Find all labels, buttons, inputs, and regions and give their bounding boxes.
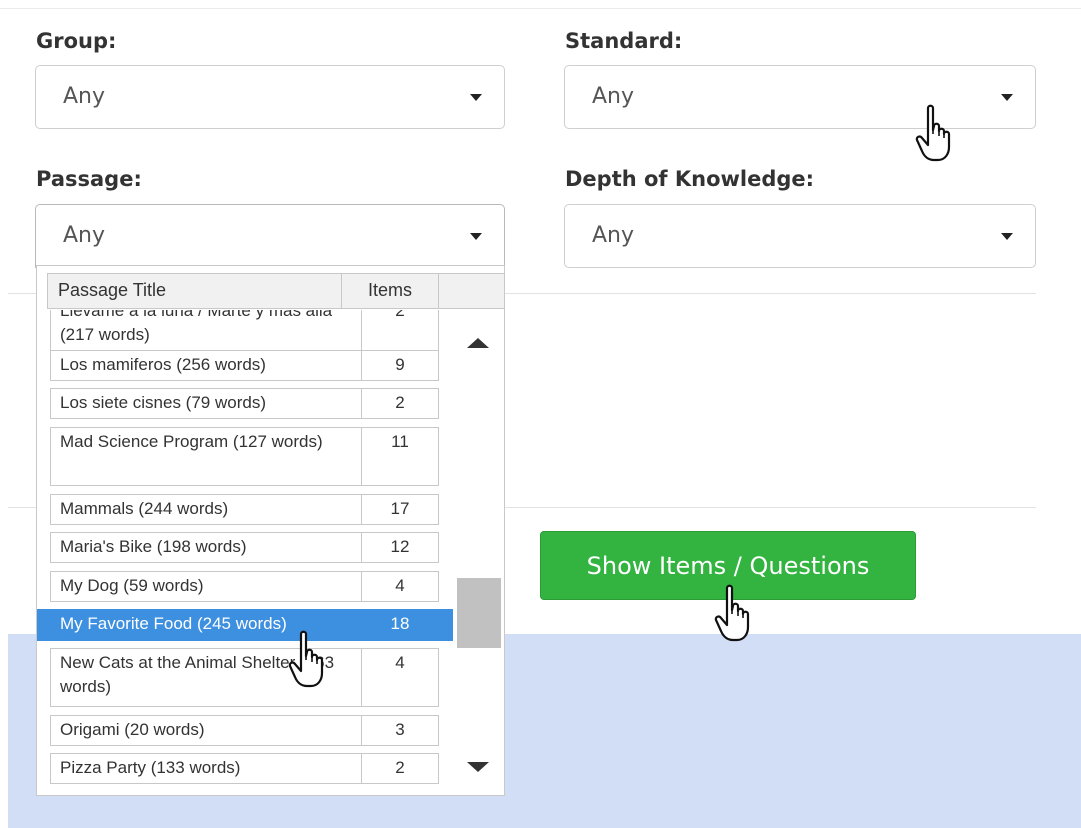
item-count-cell: 4	[361, 648, 439, 707]
item-count-cell: 2	[361, 753, 439, 784]
scroll-down-arrow-icon[interactable]	[467, 762, 489, 772]
passage-title-cell: Mammals (244 words)	[50, 494, 362, 525]
list-item[interactable]: Mad Science Program (127 words) 11	[37, 427, 457, 486]
scroll-up-arrow-icon[interactable]	[467, 338, 489, 348]
column-header-passage-title[interactable]: Passage Title	[48, 274, 342, 308]
passage-title-cell: Los siete cisnes (79 words)	[50, 388, 362, 419]
list-item[interactable]: Llévame a la luna / Marte y más allá (21…	[37, 310, 457, 351]
passage-title-cell: Llévame a la luna / Marte y más allá (21…	[50, 310, 362, 351]
dropdown-scrollbar[interactable]	[457, 310, 503, 795]
scrollbar-thumb[interactable]	[457, 578, 501, 648]
item-count-cell: 17	[361, 494, 439, 525]
passage-select[interactable]: Any	[35, 204, 505, 268]
item-count-cell: 4	[361, 571, 439, 602]
list-item[interactable]: Pizza Party (133 words) 2	[37, 753, 457, 784]
depth-of-knowledge-select-value: Any	[592, 223, 635, 248]
item-count-cell: 3	[361, 715, 439, 746]
passage-title-cell: Los mamiferos (256 words)	[50, 350, 362, 381]
group-select-value: Any	[63, 84, 106, 109]
passage-title-cell: Pizza Party (133 words)	[50, 753, 362, 784]
list-item[interactable]: New Cats at the Animal Shelter (163 word…	[37, 648, 457, 707]
dropdown-header: Passage Title Items	[47, 273, 439, 309]
hand-pointer-icon	[288, 630, 324, 688]
list-item[interactable]: Los mamiferos (256 words) 9	[37, 350, 457, 381]
list-item[interactable]: Maria's Bike (198 words) 12	[37, 532, 457, 563]
item-count-cell: 2	[361, 310, 439, 351]
column-header-items[interactable]: Items	[342, 274, 438, 308]
dropdown-list: Llévame a la luna / Marte y más allá (21…	[37, 310, 457, 795]
list-item[interactable]: Origami (20 words) 3	[37, 715, 457, 746]
group-label: Group:	[36, 29, 117, 53]
hand-pointer-icon	[714, 584, 750, 642]
list-item[interactable]: Mammals (244 words) 17	[37, 494, 457, 525]
hand-pointer-icon	[915, 104, 951, 162]
list-item-selected[interactable]: My Favorite Food (245 words) 18	[37, 609, 457, 641]
dropdown-header-filler	[439, 273, 504, 309]
passage-title-cell: Origami (20 words)	[50, 715, 362, 746]
passage-dropdown: Passage Title Items Llévame a la luna / …	[36, 265, 505, 796]
passage-title-cell: Mad Science Program (127 words)	[50, 427, 362, 486]
caret-down-icon	[470, 233, 482, 240]
list-item[interactable]: Los siete cisnes (79 words) 2	[37, 388, 457, 419]
passage-label: Passage:	[36, 167, 142, 191]
item-count-cell: 2	[361, 388, 439, 419]
caret-down-icon	[1001, 233, 1013, 240]
item-count-cell: 18	[361, 609, 439, 641]
list-item[interactable]: My Dog (59 words) 4	[37, 571, 457, 602]
item-count-cell: 11	[361, 427, 439, 486]
caret-down-icon	[1001, 94, 1013, 101]
top-divider	[0, 8, 1081, 9]
caret-down-icon	[470, 94, 482, 101]
standard-select-value: Any	[592, 84, 635, 109]
depth-of-knowledge-label: Depth of Knowledge:	[565, 167, 815, 191]
group-select[interactable]: Any	[35, 65, 505, 129]
passage-title-cell: Maria's Bike (198 words)	[50, 532, 362, 563]
item-count-cell: 12	[361, 532, 439, 563]
passage-title-cell: My Dog (59 words)	[50, 571, 362, 602]
depth-of-knowledge-select[interactable]: Any	[564, 204, 1036, 268]
standard-label: Standard:	[565, 29, 683, 53]
passage-select-value: Any	[63, 223, 106, 248]
item-count-cell: 9	[361, 350, 439, 381]
